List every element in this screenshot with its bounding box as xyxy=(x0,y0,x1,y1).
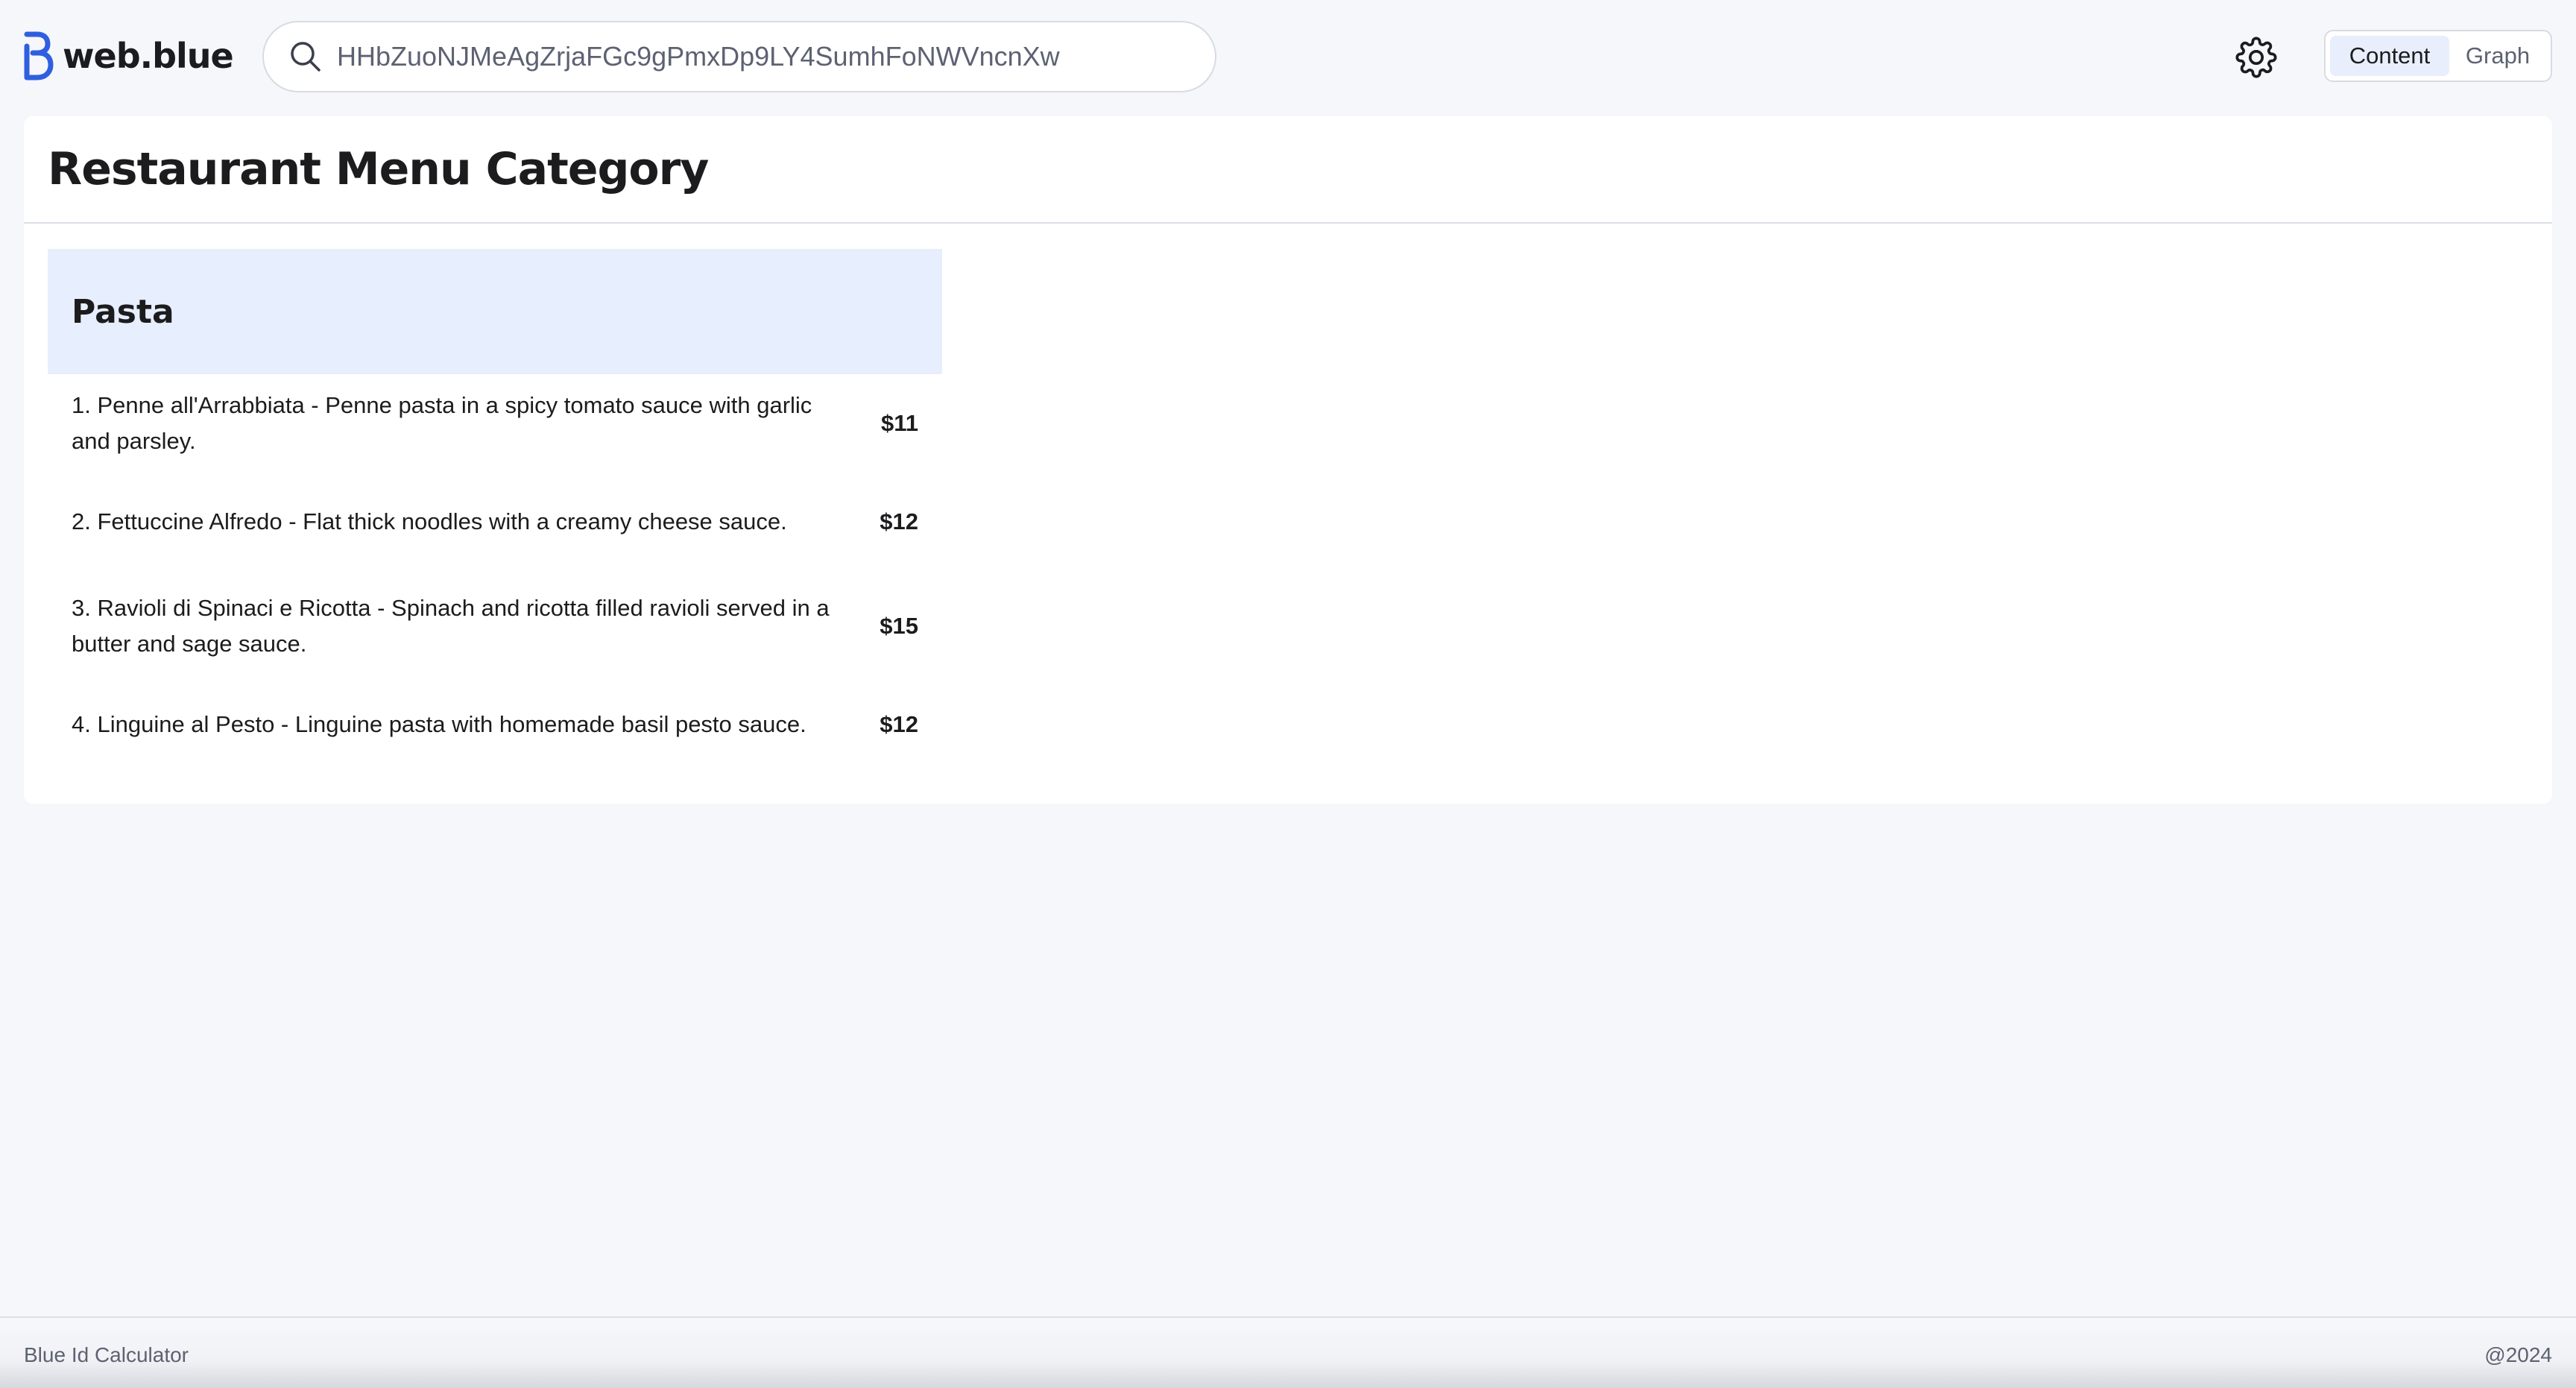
menu-item: 1. Penne all'Arrabbiata - Penne pasta in… xyxy=(48,388,942,459)
gear-icon xyxy=(2235,37,2277,78)
footer-app-name: Blue Id Calculator xyxy=(24,1343,189,1366)
menu-item-price: $12 xyxy=(880,711,918,737)
tab-graph[interactable]: Graph xyxy=(2449,36,2546,76)
search-bar[interactable] xyxy=(262,21,1216,92)
menu-item-description: 3. Ravioli di Spinaci e Ricotta - Spinac… xyxy=(72,595,830,657)
title-divider xyxy=(24,222,2552,224)
settings-button[interactable] xyxy=(2235,36,2278,79)
app-header: web.blue Content Graph xyxy=(0,0,2576,113)
content-card: Restaurant Menu Category Pasta 1. Penne … xyxy=(24,116,2552,804)
search-icon xyxy=(291,42,321,72)
footer-copyright: @2024 xyxy=(2484,1343,2552,1366)
app-footer: Blue Id Calculator @2024 xyxy=(0,1316,2576,1388)
menu-item: 4. Linguine al Pesto - Linguine pasta wi… xyxy=(48,707,942,742)
view-toggle: Content Graph xyxy=(2324,30,2552,82)
page-title: Restaurant Menu Category xyxy=(48,143,709,195)
menu-item-description: 2. Fettuccine Alfredo - Flat thick noodl… xyxy=(72,508,787,534)
menu-item-price: $12 xyxy=(880,508,918,534)
tab-content[interactable]: Content xyxy=(2330,36,2449,76)
page: web.blue Content Graph Restaurant Menu C… xyxy=(0,0,2576,1388)
search-input[interactable] xyxy=(337,41,1172,72)
category-header: Pasta xyxy=(48,249,942,374)
logo[interactable]: web.blue xyxy=(22,31,234,81)
logo-icon xyxy=(24,31,54,81)
category-title: Pasta xyxy=(72,292,174,331)
menu-category: Pasta 1. Penne all'Arrabbiata - Penne pa… xyxy=(48,249,942,737)
logo-text: web.blue xyxy=(63,36,234,76)
menu-item: 3. Ravioli di Spinaci e Ricotta - Spinac… xyxy=(48,590,942,662)
menu-item-description: 1. Penne all'Arrabbiata - Penne pasta in… xyxy=(72,392,812,454)
menu-item: 2. Fettuccine Alfredo - Flat thick noodl… xyxy=(48,504,942,540)
menu-item-price: $15 xyxy=(880,613,918,639)
menu-item-price: $11 xyxy=(880,410,918,436)
menu-item-description: 4. Linguine al Pesto - Linguine pasta wi… xyxy=(72,711,806,737)
